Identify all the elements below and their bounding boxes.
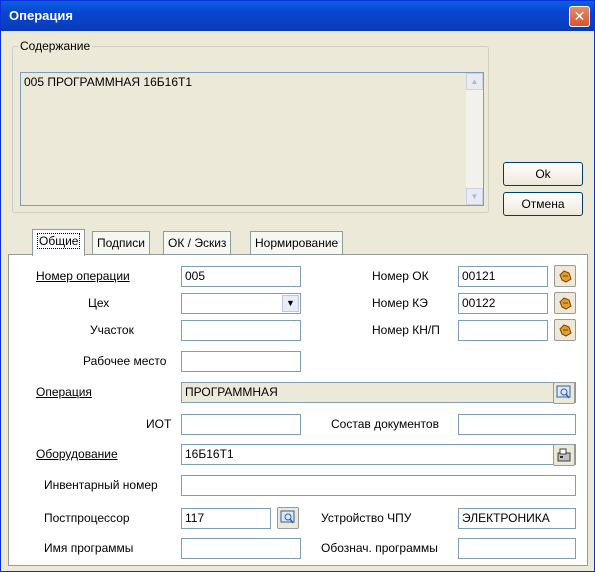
program-name-label: Имя программы — [44, 541, 134, 555]
chevron-down-icon[interactable]: ▼ — [282, 295, 299, 312]
knp-number-pick-button[interactable] — [554, 319, 576, 341]
tab-general-label: Общие — [37, 233, 81, 249]
hand-pointer-icon — [559, 297, 572, 310]
cnc-device-label: Устройство ЧПУ — [321, 511, 412, 525]
workshop-label: Цех — [88, 296, 110, 310]
ok-button[interactable]: Ok — [503, 162, 583, 186]
operation-browse-button[interactable] — [553, 382, 575, 404]
general-tab-panel: Номер операции 005 Номер ОК 00121 Цех ▼ … — [8, 254, 588, 566]
inventory-label: Инвентарный номер — [44, 478, 158, 492]
ok-number-label: Номер ОК — [372, 269, 429, 283]
content-group-legend: Содержание — [18, 39, 93, 53]
tab-rationing[interactable]: Нормирование — [250, 231, 344, 255]
workplace-label: Рабочее место — [83, 354, 167, 368]
close-button[interactable]: ✕ — [569, 6, 590, 27]
knp-number-field[interactable] — [458, 320, 548, 341]
operation-label: Операция — [36, 385, 92, 399]
op-number-label: Номер операции — [36, 269, 130, 283]
close-icon: ✕ — [573, 8, 586, 24]
tab-ok-sketch[interactable]: ОК / Эскиз — [163, 231, 232, 255]
section-field[interactable] — [181, 320, 301, 341]
ke-number-field[interactable]: 00122 — [458, 293, 548, 314]
workplace-field[interactable] — [181, 351, 301, 372]
op-number-field[interactable]: 005 — [181, 266, 301, 287]
hand-pointer-icon — [559, 270, 572, 283]
content-textarea[interactable]: 005 ПРОГРАММНАЯ 16Б16Т1 ▲ ▼ — [20, 72, 484, 206]
iot-label: ИОТ — [146, 417, 172, 431]
ok-number-field[interactable]: 00121 — [458, 266, 548, 287]
cancel-button[interactable]: Отмена — [503, 192, 583, 216]
tab-general[interactable]: Общие — [32, 229, 86, 256]
inventory-field[interactable] — [181, 475, 576, 496]
magnifier-window-icon — [280, 510, 295, 524]
hand-pointer-icon — [559, 324, 572, 337]
cnc-device-field[interactable]: ЭЛЕКТРОНИКА — [458, 508, 576, 529]
ke-number-label: Номер КЭ — [372, 296, 428, 310]
machine-icon — [557, 448, 571, 462]
content-scrollbar[interactable]: ▲ ▼ — [466, 73, 483, 205]
content-group: Содержание 005 ПРОГРАММНАЯ 16Б16Т1 ▲ ▼ — [12, 39, 489, 213]
ke-number-pick-button[interactable] — [554, 292, 576, 314]
ok-number-pick-button[interactable] — [554, 265, 576, 287]
postprocessor-label: Постпроцессор — [44, 511, 130, 525]
operation-field[interactable]: ПРОГРАММНАЯ — [181, 382, 576, 403]
scroll-up-button[interactable]: ▲ — [466, 73, 483, 90]
postprocessor-browse-button[interactable] — [277, 507, 299, 529]
content-text: 005 ПРОГРАММНАЯ 16Б16Т1 — [24, 75, 192, 89]
equipment-browse-button[interactable] — [553, 444, 575, 466]
doc-set-field[interactable] — [458, 414, 576, 435]
operation-dialog: Операция ✕ Содержание 005 ПРОГРАММНАЯ 16… — [0, 0, 595, 572]
scroll-down-button[interactable]: ▼ — [466, 188, 483, 205]
knp-number-label: Номер КН/П — [372, 323, 440, 337]
postprocessor-field[interactable]: 117 — [181, 508, 271, 529]
iot-field[interactable] — [181, 414, 301, 435]
doc-set-label: Состав документов — [331, 417, 439, 431]
tab-signatures[interactable]: Подписи — [92, 231, 150, 255]
program-code-label: Обознач. программы — [321, 541, 438, 555]
window-title: Операция — [9, 8, 73, 23]
program-name-field[interactable] — [181, 538, 301, 559]
equipment-field[interactable]: 16Б16Т1 — [181, 444, 576, 465]
magnifier-window-icon — [556, 385, 571, 399]
title-bar[interactable]: Операция ✕ — [1, 1, 594, 31]
program-code-field[interactable] — [458, 538, 576, 559]
section-label: Участок — [90, 323, 134, 337]
equipment-label: Оборудование — [36, 447, 118, 461]
workshop-combo[interactable]: ▼ — [181, 293, 301, 314]
